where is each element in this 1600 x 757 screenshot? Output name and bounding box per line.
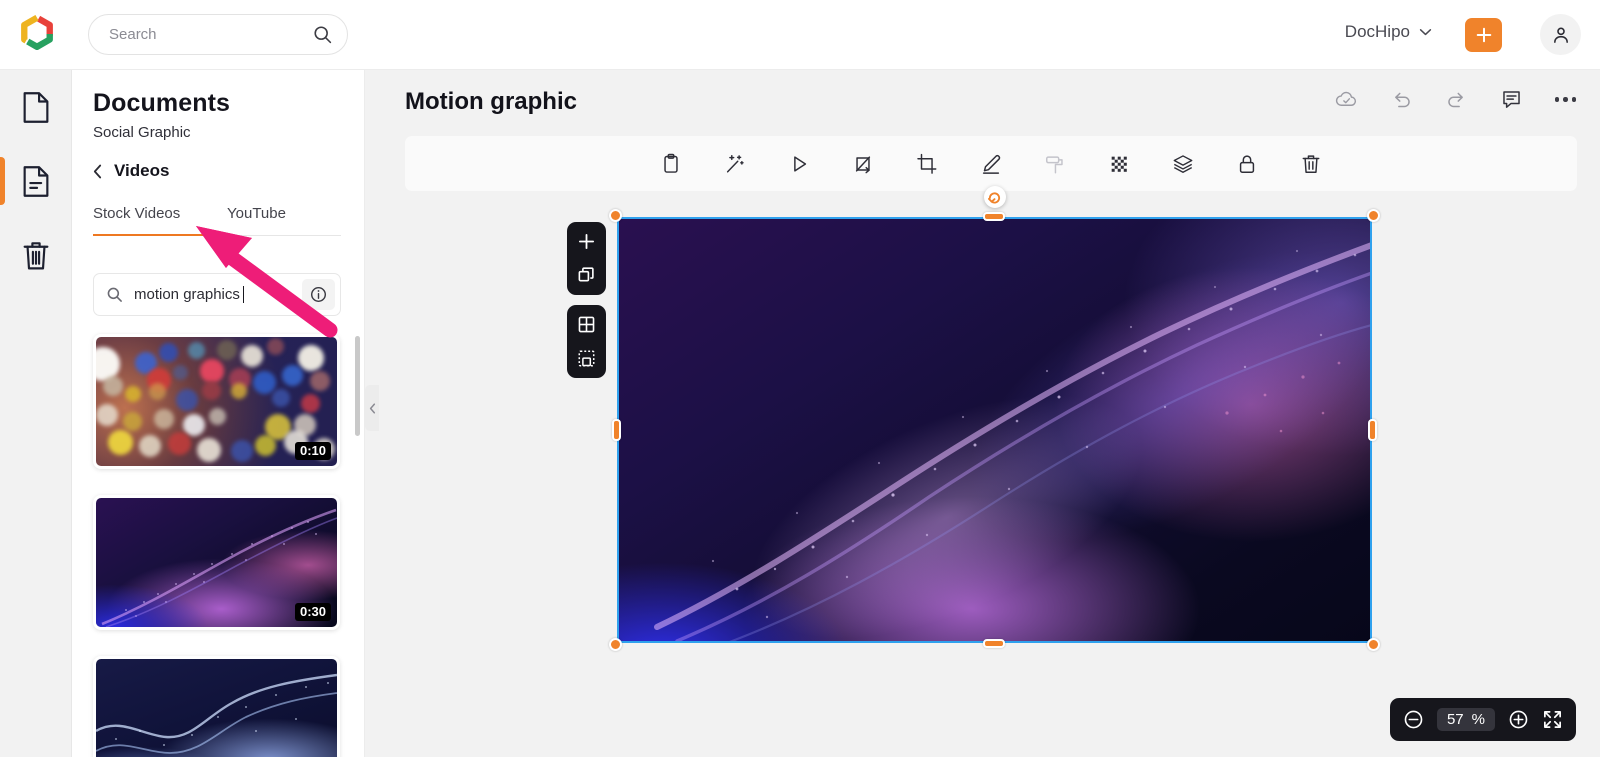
chevron-down-icon — [1419, 29, 1432, 36]
chevron-left-icon — [93, 164, 102, 178]
sidebar-item-documents[interactable] — [0, 144, 72, 218]
layers-icon[interactable] — [1172, 153, 1194, 175]
workspace-switcher[interactable]: DocHipo — [1345, 22, 1432, 42]
video-duration-badge: 0:10 — [294, 442, 331, 460]
video-duration-badge: 0:30 — [294, 603, 331, 621]
zoom-controls: 57 % — [1389, 698, 1576, 741]
resize-handle-right-middle[interactable] — [1368, 419, 1377, 441]
crop-icon[interactable] — [916, 153, 938, 175]
particle-overlay — [96, 673, 337, 754]
delete-icon[interactable] — [1300, 153, 1322, 175]
active-tab-indicator — [93, 234, 208, 236]
info-icon — [310, 286, 327, 303]
video-thumbnail: 0:10 — [96, 337, 337, 466]
cloud-saved-icon[interactable] — [1335, 88, 1358, 111]
resize-handle-top-center[interactable] — [983, 212, 1005, 221]
replace-icon[interactable] — [852, 153, 874, 175]
chevron-left-icon — [369, 402, 375, 414]
resize-handle-bottom-center[interactable] — [983, 639, 1005, 648]
video-results-list[interactable]: 0:10 0:30 — [84, 334, 354, 757]
video-search-input[interactable]: motion graphics — [134, 286, 244, 303]
page-floating-tools — [567, 222, 606, 378]
search-info-button[interactable] — [302, 279, 335, 310]
grid-view-icon[interactable] — [574, 312, 599, 337]
global-search-input[interactable]: Search — [109, 26, 312, 43]
panel-subtitle: Social Graphic — [93, 124, 191, 141]
dochipo-logo[interactable] — [17, 14, 57, 55]
duplicate-page-icon[interactable] — [574, 263, 599, 288]
create-new-button[interactable] — [1465, 18, 1502, 52]
add-page-icon[interactable] — [574, 229, 599, 254]
lock-icon[interactable] — [1236, 153, 1258, 175]
list-item[interactable]: 0:30 — [93, 495, 340, 630]
page-title: Documents — [93, 89, 231, 117]
list-item[interactable] — [93, 656, 340, 757]
blank-page-icon — [23, 91, 49, 123]
global-search-box[interactable]: Search — [88, 14, 348, 55]
comment-icon[interactable] — [1500, 88, 1523, 111]
trash-icon — [23, 241, 49, 269]
rotate-handle[interactable] — [983, 186, 1006, 208]
zoom-percent-unit: % — [1471, 711, 1485, 728]
list-item[interactable]: 0:10 — [93, 334, 340, 469]
user-avatar-icon — [1553, 27, 1568, 43]
resize-handle-bottom-left[interactable] — [609, 638, 622, 651]
magic-wand-icon[interactable] — [724, 153, 746, 175]
resize-handle-left-middle[interactable] — [612, 419, 621, 441]
panel-collapse-handle[interactable] — [365, 385, 379, 431]
zoom-out-icon[interactable] — [1403, 709, 1424, 730]
page-add-group — [567, 222, 606, 295]
tab-stock-videos[interactable]: Stock Videos — [93, 205, 180, 222]
undo-icon[interactable] — [1390, 88, 1413, 111]
paint-roller-icon — [1044, 153, 1066, 175]
panel-scrollbar[interactable] — [355, 336, 360, 436]
panel-back-button[interactable]: Videos — [93, 161, 169, 181]
bounding-box-icon[interactable] — [574, 346, 599, 371]
more-options-icon[interactable] — [1554, 97, 1576, 102]
app-root: Search DocHipo Documents Social Graphic … — [0, 0, 1600, 757]
left-icon-rail — [0, 70, 72, 757]
document-title[interactable]: Motion graphic — [405, 88, 577, 116]
object-toolbar — [405, 136, 1577, 191]
canvas-selection[interactable] — [609, 186, 1380, 651]
panel-tabs: Stock Videos YouTube — [93, 205, 341, 236]
workspace: Motion graphic 57 % — [366, 70, 1600, 757]
transparency-icon[interactable] — [1108, 153, 1130, 175]
pen-edit-icon[interactable] — [980, 153, 1002, 175]
clipboard-icon[interactable] — [660, 153, 682, 175]
resize-handle-top-right[interactable] — [1367, 209, 1380, 222]
workspace-name: DocHipo — [1344, 22, 1410, 41]
sidebar-item-pages[interactable] — [0, 70, 72, 144]
plus-icon — [1476, 27, 1491, 43]
resize-handle-top-left[interactable] — [609, 209, 622, 222]
sidebar-item-trash[interactable] — [0, 218, 72, 292]
page-view-group — [567, 305, 606, 378]
fullscreen-icon[interactable] — [1542, 709, 1563, 730]
video-thumbnail: 0:30 — [96, 498, 337, 627]
zoom-value-field[interactable]: 57 % — [1436, 708, 1495, 731]
zoom-in-icon[interactable] — [1508, 709, 1529, 730]
resize-handle-bottom-right[interactable] — [1367, 638, 1380, 651]
panel-back-label: Videos — [114, 161, 170, 180]
more-dots — [1554, 97, 1576, 102]
video-search-box[interactable]: motion graphics — [93, 273, 341, 316]
tab-youtube[interactable]: YouTube — [227, 205, 286, 222]
redo-icon[interactable] — [1445, 88, 1468, 111]
header-actions — [1335, 88, 1576, 111]
document-lines-icon — [23, 165, 49, 197]
top-bar: Search DocHipo — [0, 0, 1600, 70]
zoom-percent-value: 57 — [1446, 711, 1464, 728]
play-icon[interactable] — [788, 153, 810, 175]
blue-particle-wave-thumb — [96, 659, 337, 757]
video-object-canvas[interactable] — [617, 217, 1372, 643]
search-icon — [107, 287, 122, 302]
particle-field — [654, 242, 1372, 643]
user-avatar-button[interactable] — [1540, 14, 1581, 55]
assets-panel: Documents Social Graphic Videos Stock Vi… — [72, 70, 365, 757]
video-thumbnail — [96, 659, 337, 757]
search-icon — [314, 26, 332, 44]
checkerboard — [1111, 156, 1127, 172]
